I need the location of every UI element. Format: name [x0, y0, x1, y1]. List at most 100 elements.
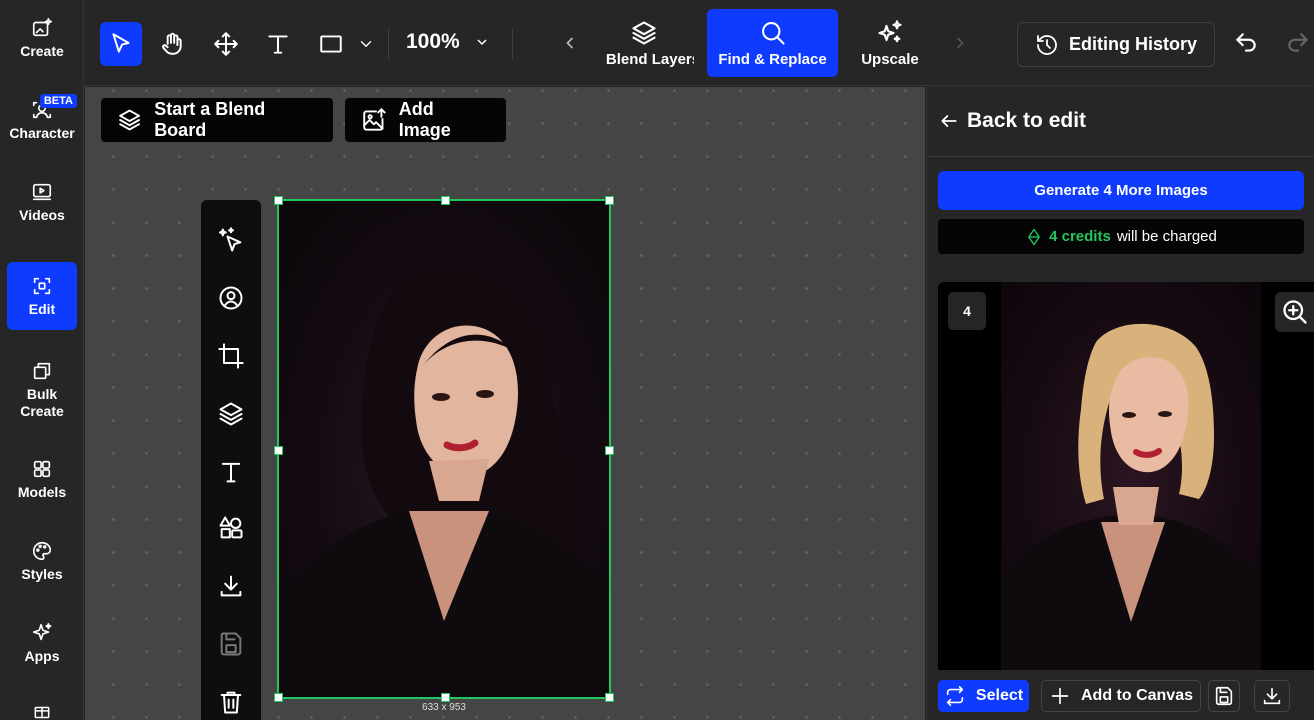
credits-notice: 4 credits will be charged: [938, 219, 1304, 254]
pan-tool-button[interactable]: [151, 22, 193, 66]
copy-icon: [33, 362, 51, 380]
undo-button[interactable]: [1233, 30, 1261, 58]
rectangle-icon: [320, 35, 342, 53]
sidebar-item-videos[interactable]: Videos: [7, 168, 77, 236]
undo-icon: [1236, 33, 1256, 52]
zoom-select[interactable]: 100%: [406, 30, 490, 54]
sidebar-item-styles[interactable]: Styles: [7, 527, 77, 595]
chevron-down-icon: [360, 41, 372, 47]
sidebar-label-models: Models: [17, 483, 67, 500]
shape-dropdown-button[interactable]: [348, 22, 384, 66]
trash-icon: [220, 691, 242, 714]
add-image-button[interactable]: Add Image: [345, 98, 506, 142]
selection-dimensions: 633 x 953: [422, 702, 466, 713]
image-upload-icon: [363, 108, 386, 131]
result-preview[interactable]: 4: [938, 282, 1314, 670]
crop-tool-button[interactable]: [215, 340, 247, 372]
layers-tool-button[interactable]: [215, 398, 247, 430]
sidebar-label-apps: Apps: [24, 647, 60, 664]
zoom-in-button[interactable]: [1275, 292, 1314, 332]
redo-button[interactable]: [1285, 30, 1313, 58]
download-icon: [1263, 687, 1281, 705]
sidebar-label-character: Character: [9, 124, 75, 141]
shapes-tool-button[interactable]: [215, 512, 247, 544]
result-portrait-illustration: [1001, 323, 1261, 670]
sidebar-item-more[interactable]: [7, 690, 77, 720]
credits-suffix: will be charged: [1116, 228, 1217, 245]
redo-icon: [1288, 33, 1308, 52]
select-result-button[interactable]: Select: [938, 680, 1029, 712]
sidebar-item-character[interactable]: BETA Character: [7, 86, 77, 154]
delete-button[interactable]: [215, 686, 247, 718]
add-to-canvas-button[interactable]: Add to Canvas: [1041, 680, 1201, 712]
start-blend-board-button[interactable]: Start a Blend Board: [101, 98, 333, 142]
editing-history-button[interactable]: Editing History: [1017, 22, 1215, 67]
download-button[interactable]: [215, 570, 247, 602]
add-to-canvas-label: Add to Canvas: [1080, 687, 1193, 704]
move-tool-button[interactable]: [205, 22, 247, 66]
back-to-edit-button[interactable]: Back to edit: [939, 109, 1086, 133]
resize-handle-se[interactable]: [605, 693, 614, 702]
panel-divider: [927, 156, 1314, 157]
select-label: Select: [975, 687, 1024, 704]
sidebar-label-create: Create: [20, 42, 64, 59]
layers-icon: [119, 109, 140, 131]
edit-frame-icon: [33, 277, 51, 294]
generate-more-button[interactable]: Generate 4 More Images: [938, 171, 1304, 210]
save-button[interactable]: [215, 628, 247, 660]
zoom-in-icon: [1283, 300, 1307, 324]
sidebar-item-create[interactable]: Create: [7, 4, 77, 72]
toolbar-divider: [388, 28, 389, 60]
text-layer-button[interactable]: [215, 456, 247, 488]
sidebar-label-bulk-create: Bulk Create: [20, 386, 64, 419]
back-to-edit-label: Back to edit: [967, 109, 1087, 132]
portrait-illustration: [279, 268, 609, 697]
resize-handle-sw[interactable]: [274, 693, 283, 702]
resize-handle-w[interactable]: [274, 446, 283, 455]
image-sparkle-icon: [32, 17, 52, 36]
resize-handle-e[interactable]: [605, 446, 614, 455]
canvas-area[interactable]: Start a Blend Board Add Image 633 x 953: [85, 87, 925, 720]
resize-handle-nw[interactable]: [274, 196, 283, 205]
text-icon: [221, 462, 241, 483]
sidebar-item-apps[interactable]: Apps: [7, 609, 77, 677]
result-photo: [1001, 282, 1261, 670]
sidebar-label-styles: Styles: [21, 565, 63, 582]
swap-icon: [946, 686, 964, 706]
move-icon: [214, 32, 238, 56]
beta-badge: BETA: [39, 94, 77, 108]
shape-tool-button[interactable]: [310, 22, 352, 66]
resize-handle-s[interactable]: [441, 693, 450, 702]
resize-handle-ne[interactable]: [605, 196, 614, 205]
scroll-right-button[interactable]: [950, 33, 970, 53]
result-index-badge: 4: [948, 292, 986, 330]
chevron-down-icon: [477, 39, 487, 46]
selected-image[interactable]: [274, 196, 614, 702]
portrait-photo: [279, 201, 609, 697]
upscale-sparkle-icon: [878, 19, 902, 42]
save-result-button[interactable]: [1208, 680, 1240, 712]
face-tool-button[interactable]: [215, 282, 247, 314]
magic-cursor-icon: [218, 227, 242, 252]
find-replace-button[interactable]: Find & Replace: [707, 9, 838, 77]
blend-layers-button[interactable]: Blend Layers: [594, 9, 694, 77]
sidebar-item-edit[interactable]: Edit: [7, 262, 77, 330]
gift-icon: [34, 706, 50, 719]
scroll-left-button[interactable]: [560, 33, 580, 53]
layers-plus-icon: [632, 20, 656, 45]
ai-select-button[interactable]: [215, 224, 247, 256]
shapes-icon: [219, 516, 243, 539]
upscale-button[interactable]: Upscale: [850, 9, 930, 77]
select-tool-button[interactable]: [100, 22, 142, 66]
download-result-button[interactable]: [1254, 680, 1290, 712]
sidebar-item-models[interactable]: Models: [7, 445, 77, 513]
editing-history-label: Editing History: [1068, 34, 1197, 54]
chevron-right-icon: [956, 37, 964, 49]
face-swap-icon: [219, 286, 243, 310]
credits-amount: 4 credits: [1049, 228, 1111, 245]
find-replace-label: Find & Replace: [718, 50, 827, 68]
text-tool-button[interactable]: [257, 22, 299, 66]
resize-handle-n[interactable]: [441, 196, 450, 205]
video-icon: [32, 183, 52, 200]
sidebar-item-bulk-create[interactable]: Bulk Create: [7, 350, 77, 430]
